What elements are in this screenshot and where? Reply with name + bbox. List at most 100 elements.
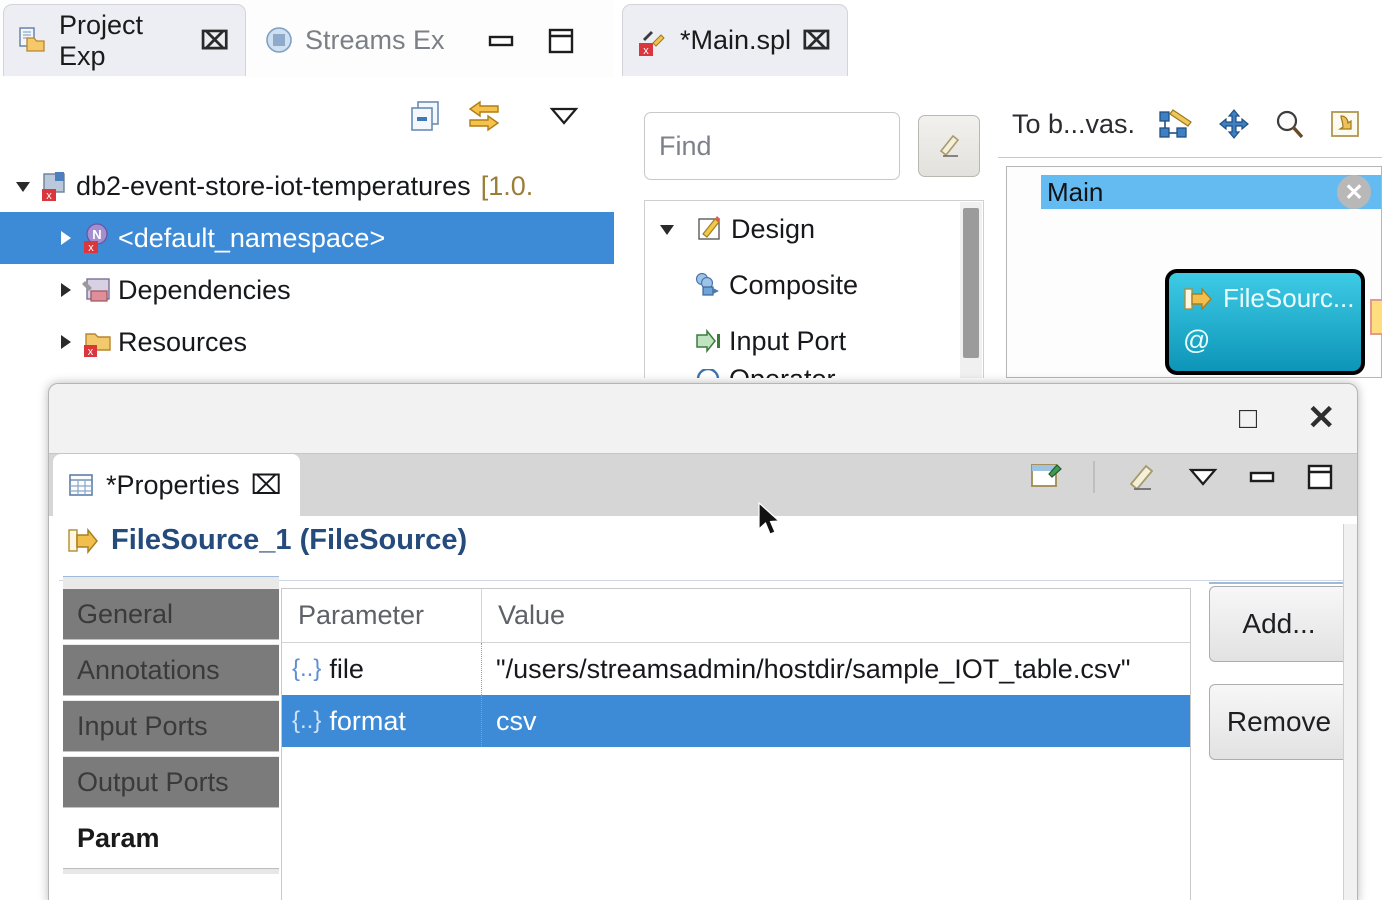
expand-arrow-right-icon[interactable] — [52, 331, 78, 353]
tree-row[interactable]: x db2-event-store-iot-temperatures [1.0. — [0, 160, 614, 212]
tab-properties[interactable]: *Properties ⌧ — [53, 454, 300, 516]
list-item-label: Composite — [729, 269, 859, 300]
sidebar-item-param[interactable]: Param — [63, 812, 279, 864]
eraser-icon[interactable] — [1123, 460, 1159, 494]
minimize-icon[interactable] — [486, 30, 516, 52]
composite-icon — [687, 270, 729, 300]
canvas-composite-header[interactable]: Main — [1041, 175, 1381, 209]
screenshot-root: Project Exp ⌧ Streams Ex x db2-event-sto… — [0, 0, 1382, 900]
cell-parameter: {..} format — [282, 695, 482, 747]
spl-editor-error-icon: x — [637, 25, 669, 57]
palette-eraser-button[interactable] — [918, 115, 980, 177]
tree-row[interactable]: x Resources — [0, 316, 614, 368]
filesource-node-title-row: FileSourc... — [1183, 283, 1355, 314]
minimize-icon[interactable] — [1247, 466, 1277, 488]
cell-value[interactable]: csv — [482, 706, 1190, 737]
properties-side-tabs: General Annotations Input Ports Output P… — [63, 588, 279, 874]
tab-project-explorer[interactable]: Project Exp ⌧ — [3, 4, 246, 76]
page-title-text: FileSource_1 (FileSource) — [111, 524, 468, 556]
scrollbar-thumb[interactable] — [963, 208, 979, 358]
tree-row[interactable]: Dependencies — [0, 264, 614, 316]
pan-move-icon[interactable] — [1217, 108, 1251, 142]
table-row[interactable]: {..} format csv — [282, 695, 1190, 747]
remove-button[interactable]: Remove — [1209, 684, 1349, 760]
graphical-editor-panel: To b...vas. Main FileSourc... @ ✕ — [998, 0, 1382, 378]
sidebar-item-input-ports[interactable]: Input Ports — [63, 700, 279, 752]
tab-label: Streams Ex — [305, 24, 445, 55]
sidebar-item-output-ports[interactable]: Output Ports — [63, 756, 279, 808]
side-tab-label: General — [77, 598, 174, 629]
tree-label: db2-event-store-iot-temperatures — [76, 170, 471, 201]
project-version: [1.0. — [480, 170, 534, 201]
view-menu-icon[interactable] — [548, 102, 580, 130]
list-item[interactable]: Composite — [645, 257, 983, 313]
side-tab-label: Input Ports — [77, 710, 208, 741]
view-menu-icon[interactable] — [1187, 463, 1219, 491]
maximize-icon[interactable] — [546, 26, 576, 56]
button-column-topline — [1209, 582, 1349, 584]
search-input[interactable] — [644, 112, 900, 180]
list-item-label: Input Port — [729, 325, 847, 356]
sidebar-item-general[interactable]: General — [63, 588, 279, 640]
restore-icon[interactable]: □ — [1239, 402, 1257, 436]
parameter-name: format — [329, 705, 406, 736]
close-icon[interactable]: ⌧ — [802, 26, 831, 56]
tab-main-spl[interactable]: x *Main.spl ⌧ — [622, 4, 848, 76]
parameter-buttons: Add... Remove — [1209, 586, 1349, 782]
close-icon[interactable]: ⌧ — [251, 470, 282, 501]
palette-list: Design Composite Input Port — [644, 200, 984, 378]
column-header-value[interactable]: Value — [482, 589, 1190, 642]
project-explorer-panel: Project Exp ⌧ Streams Ex x db2-event-sto… — [0, 0, 614, 378]
expression-braces-icon: {..} — [292, 707, 322, 734]
import-to-canvas-icon[interactable] — [1329, 108, 1363, 142]
list-item[interactable]: Input Port — [645, 313, 983, 369]
layout-graph-icon[interactable] — [1157, 108, 1195, 142]
palette-scrollbar[interactable] — [960, 202, 982, 378]
table-row[interactable]: {..} file "/users/streamsadmin/hostdir/s… — [282, 643, 1190, 695]
tree-label: Dependencies — [118, 274, 291, 305]
pin-view-icon[interactable] — [1029, 460, 1065, 494]
tab-streams-explorer[interactable]: Streams Ex — [250, 4, 461, 76]
maximize-icon[interactable] — [1305, 462, 1335, 492]
output-port-handle[interactable] — [1370, 299, 1382, 335]
input-port-icon — [687, 326, 729, 356]
collapse-all-icon[interactable] — [408, 98, 444, 134]
filesource-node[interactable]: FileSourc... @ — [1165, 269, 1365, 375]
cell-parameter: {..} file — [282, 643, 482, 695]
list-item[interactable]: Design — [645, 201, 983, 257]
link-with-editor-icon[interactable] — [464, 98, 504, 134]
canvas-toolbar: To b...vas. — [998, 92, 1382, 158]
palette-find-row — [644, 112, 980, 180]
expand-arrow-down-icon[interactable] — [645, 219, 689, 239]
svg-text:x: x — [46, 190, 52, 202]
graph-canvas[interactable]: Main FileSourc... @ ✕ — [1006, 166, 1382, 378]
filesource-icon — [1183, 285, 1213, 313]
toolbar-separator — [1093, 461, 1095, 493]
project-explorer-icon — [18, 26, 48, 56]
spl-editor-panel: x *Main.spl ⌧ Find Design Composite Inpu… — [614, 0, 998, 378]
dialog-titlebar[interactable]: □ ✕ — [49, 384, 1357, 454]
close-icon[interactable]: ⌧ — [200, 26, 229, 56]
parameter-table: Parameter Value {..} file "/users/stream… — [281, 588, 1191, 900]
zoom-icon[interactable] — [1273, 108, 1307, 142]
side-tab-label: Annotations — [77, 654, 220, 685]
table-header-row: Parameter Value — [282, 589, 1190, 643]
add-button[interactable]: Add... — [1209, 586, 1349, 662]
tab-label: Project Exp — [59, 9, 144, 71]
list-item[interactable]: Operator — [645, 369, 983, 378]
tree-label: Resources — [118, 326, 248, 357]
column-header-parameter[interactable]: Parameter — [282, 589, 482, 642]
expand-arrow-down-icon[interactable] — [10, 175, 36, 197]
properties-table-icon — [67, 471, 95, 499]
expand-arrow-right-icon[interactable] — [52, 279, 78, 301]
expand-arrow-right-icon[interactable] — [52, 227, 78, 249]
tree-row[interactable]: N x <default_namespace> — [0, 212, 614, 264]
streams-explorer-icon — [264, 25, 294, 55]
node-close-icon[interactable]: ✕ — [1337, 175, 1371, 209]
sidebar-item-annotations[interactable]: Annotations — [63, 644, 279, 696]
resources-folder-error-icon: x — [78, 325, 118, 359]
tree-label: <default_namespace> — [118, 222, 386, 253]
properties-view-toolbar — [1029, 460, 1335, 494]
cell-value[interactable]: "/users/streamsadmin/hostdir/sample_IOT_… — [482, 654, 1190, 685]
close-icon[interactable]: ✕ — [1307, 398, 1336, 438]
